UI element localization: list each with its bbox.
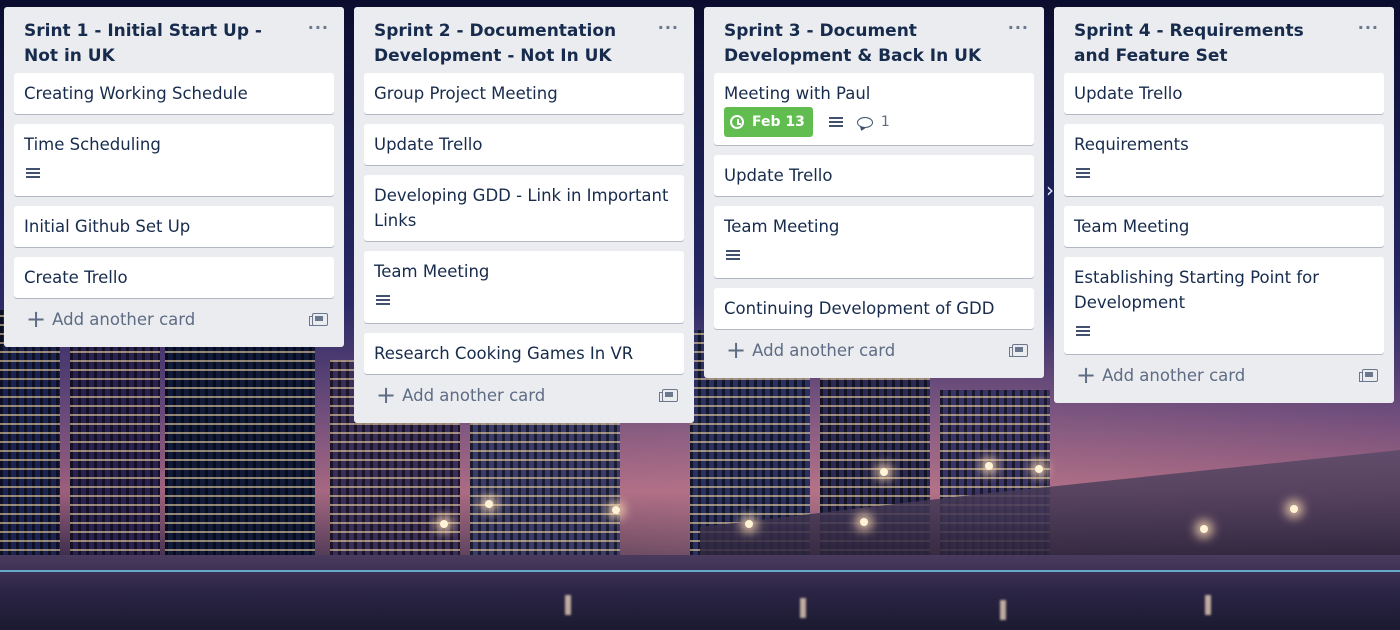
plus-icon: + [26,305,47,333]
due-date-badge[interactable]: Feb 13 [724,107,813,137]
list-title[interactable]: Srint 1 - Initial Start Up - Not in UK [24,19,290,69]
list-sprint-1: Srint 1 - Initial Start Up - Not in UK ·… [4,7,344,347]
card-template-icon[interactable] [659,388,678,402]
clock-icon [730,115,744,129]
description-icon [1076,325,1090,337]
list-card[interactable]: Update Trello [714,155,1034,196]
card-title: Initial Github Set Up [24,217,191,236]
add-card-button[interactable]: + Add another card [376,381,546,409]
card-title: Team Meeting [724,217,840,236]
menu-dots-icon[interactable]: ··· [308,18,329,37]
plus-icon: + [376,381,397,409]
menu-dots-icon[interactable]: ··· [1358,18,1379,37]
card-title: Time Scheduling [24,135,161,154]
list-card[interactable]: Create Trello [14,257,334,298]
description-icon [26,167,40,179]
card-template-icon[interactable] [309,312,328,326]
list-title[interactable]: Sprint 2 - Documentation Development - N… [374,19,640,69]
list-card[interactable]: Creating Working Schedule [14,73,334,114]
add-card-label: Add another card [1102,365,1246,385]
comment-icon [856,116,873,128]
plus-icon: + [1076,361,1097,389]
list-card[interactable]: Meeting with Paul Feb 13 1 [714,73,1034,145]
card-title: Establishing Starting Point for Developm… [1074,268,1320,312]
add-card-button[interactable]: + Add another card [726,336,896,364]
card-title: Requirements [1074,135,1189,154]
scroll-right-icon[interactable]: › [1046,178,1054,202]
list-header: Sprint 4 - Requirements and Feature Set … [1054,7,1394,73]
list-card[interactable]: Team Meeting [1064,206,1384,247]
list-card[interactable]: Team Meeting [714,206,1034,278]
card-title: Team Meeting [1074,217,1190,236]
add-card-label: Add another card [52,309,196,329]
card-title: Team Meeting [374,262,490,281]
list-title[interactable]: Sprint 3 - Document Development & Back I… [724,19,990,69]
list-header: Sprint 3 - Document Development & Back I… [704,7,1044,73]
card-title: Meeting with Paul [724,84,871,103]
card-template-icon[interactable] [1359,368,1378,382]
list-title[interactable]: Sprint 4 - Requirements and Feature Set [1074,19,1340,69]
list-card[interactable]: Time Scheduling [14,124,334,196]
comment-count: 1 [880,114,890,130]
add-card-button[interactable]: + Add another card [26,305,196,333]
description-icon [376,294,390,306]
card-title: Developing GDD - Link in Important Links [374,186,669,230]
menu-dots-icon[interactable]: ··· [1008,18,1029,37]
list-sprint-3: Sprint 3 - Document Development & Back I… [704,7,1044,378]
card-title: Update Trello [374,135,483,154]
card-title: Group Project Meeting [374,84,558,103]
list-card[interactable]: Developing GDD - Link in Important Links [364,175,684,241]
list-card[interactable]: Update Trello [364,124,684,165]
description-icon [726,249,740,261]
menu-dots-icon[interactable]: ··· [658,18,679,37]
list-sprint-4: Sprint 4 - Requirements and Feature Set … [1054,7,1394,403]
comment-badge: 1 [856,114,890,130]
card-title: Create Trello [24,268,128,287]
add-card-label: Add another card [752,340,896,360]
list-header: Srint 1 - Initial Start Up - Not in UK ·… [4,7,344,73]
card-title: Update Trello [1074,84,1183,103]
list-card[interactable]: Requirements [1064,124,1384,196]
list-card[interactable]: Research Cooking Games In VR [364,333,684,374]
card-title: Update Trello [724,166,833,185]
add-card-label: Add another card [402,385,546,405]
list-card[interactable]: Establishing Starting Point for Developm… [1064,257,1384,354]
description-icon [1076,167,1090,179]
list-card[interactable]: Initial Github Set Up [14,206,334,247]
list-card[interactable]: Team Meeting [364,251,684,323]
card-template-icon[interactable] [1009,343,1028,357]
description-icon [828,116,843,128]
list-card[interactable]: Group Project Meeting [364,73,684,114]
card-title: Research Cooking Games In VR [374,344,634,363]
add-card-button[interactable]: + Add another card [1076,361,1246,389]
card-title: Creating Working Schedule [24,84,248,103]
list-card[interactable]: Update Trello [1064,73,1384,114]
list-card[interactable]: Continuing Development of GDD [714,288,1034,329]
due-date-label: Feb 13 [752,114,805,130]
card-title: Continuing Development of GDD [724,299,995,318]
list-header: Sprint 2 - Documentation Development - N… [354,7,694,73]
plus-icon: + [726,336,747,364]
list-sprint-2: Sprint 2 - Documentation Development - N… [354,7,694,423]
